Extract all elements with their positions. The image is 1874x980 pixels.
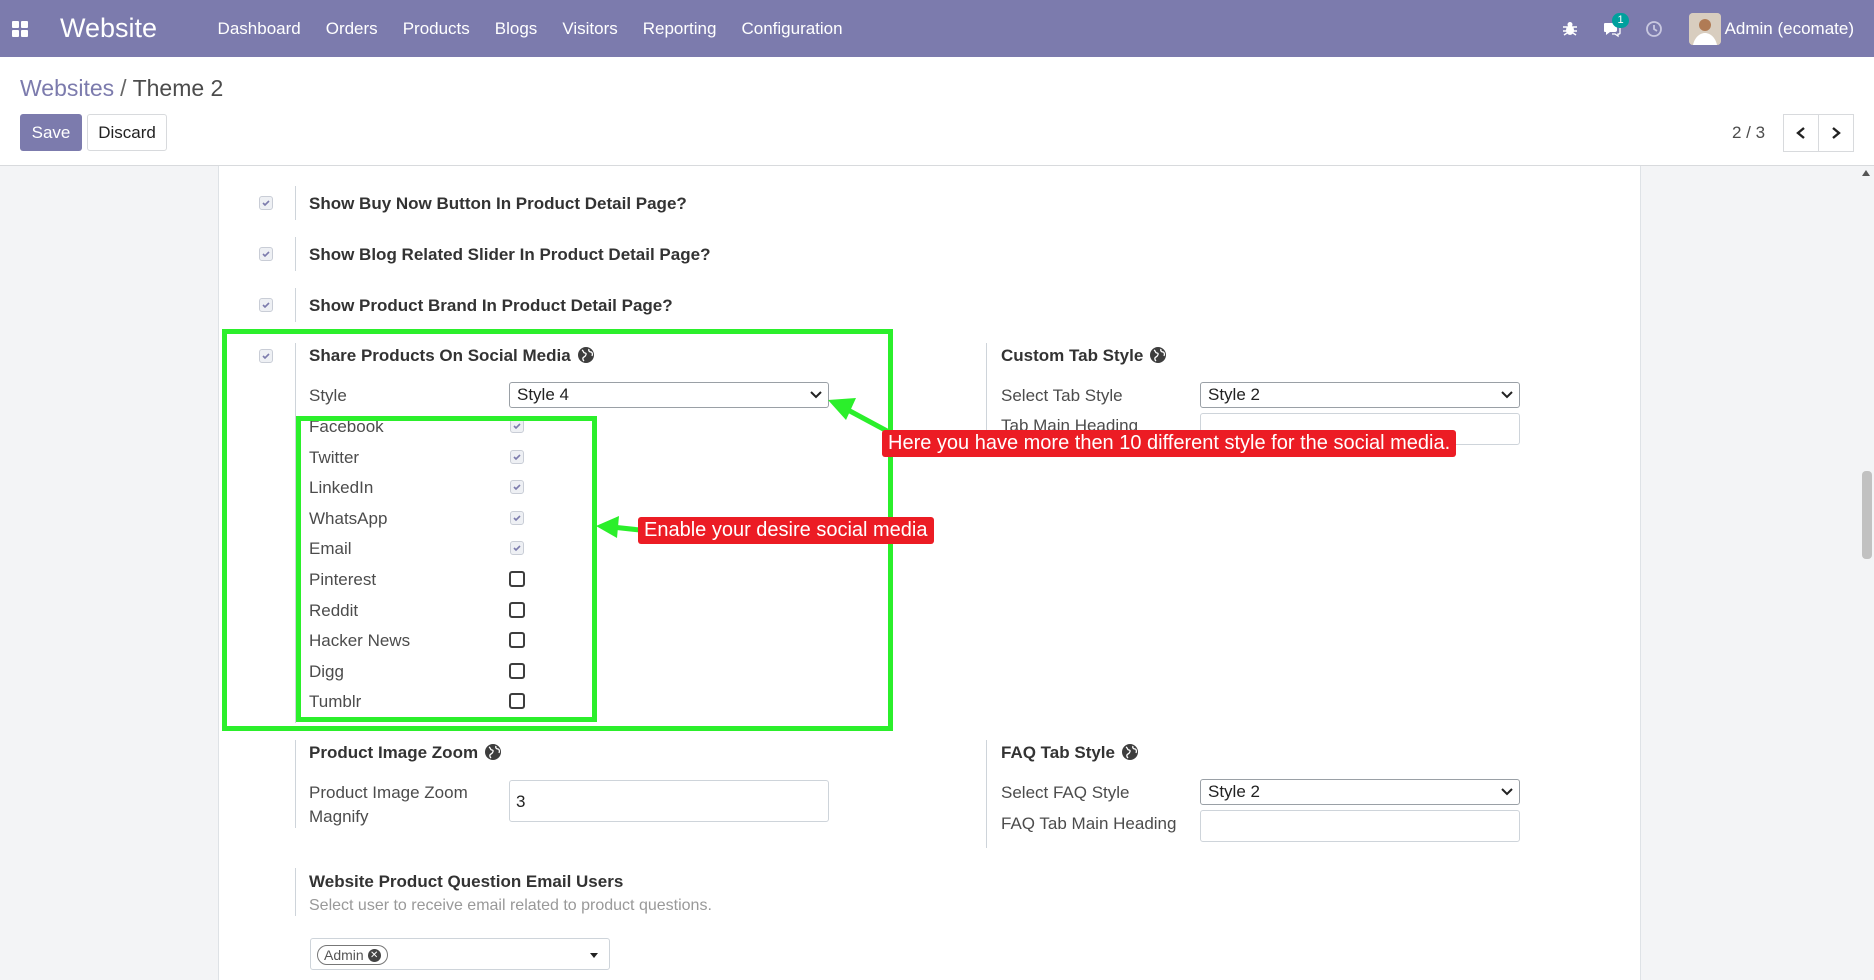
field-divider	[295, 186, 296, 220]
debug-bug-icon[interactable]	[1549, 0, 1591, 57]
top-navbar: Website Dashboard Orders Products Blogs …	[0, 0, 1874, 57]
annotation-social-box	[296, 416, 597, 722]
chat-icon[interactable]: 1	[1591, 0, 1633, 57]
menu-dashboard[interactable]: Dashboard	[205, 19, 313, 39]
field-divider	[295, 868, 296, 916]
product-brand-label: Show Product Brand In Product Detail Pag…	[309, 296, 673, 315]
question-users-title: Website Product Question Email Users	[309, 872, 624, 891]
field-divider	[986, 343, 987, 433]
buy-now-label: Show Buy Now Button In Product Detail Pa…	[309, 194, 687, 213]
faq-style-select[interactable]: Style 2	[1200, 779, 1520, 805]
pager-previous-button[interactable]	[1783, 114, 1819, 152]
chat-badge: 1	[1612, 13, 1629, 28]
blog-slider-checkbox[interactable]	[259, 247, 273, 261]
faq-select-label: Select FAQ Style	[1001, 783, 1130, 802]
globe-icon	[1150, 347, 1167, 363]
caret-down-icon[interactable]	[589, 951, 599, 959]
apps-grid-icon[interactable]	[0, 0, 40, 57]
tab-style-value: Style 2	[1208, 385, 1260, 404]
blog-slider-label: Show Blog Related Slider In Product Deta…	[309, 245, 711, 264]
product-brand-checkbox[interactable]	[259, 298, 273, 312]
save-button[interactable]: Save	[20, 114, 82, 151]
globe-icon	[485, 744, 502, 760]
tab-style-select[interactable]: Style 2	[1200, 382, 1520, 408]
zoom-magnify-label-line2: Magnify	[309, 807, 369, 826]
pager-next-button[interactable]	[1818, 114, 1854, 152]
image-zoom-title-text: Product Image Zoom	[309, 743, 479, 762]
user-menu[interactable]: Admin (ecomate)	[1688, 12, 1874, 45]
user-tag-admin: Admin ✕	[317, 945, 388, 965]
menu-products[interactable]: Products	[390, 19, 482, 39]
faq-heading-label: FAQ Tab Main Heading	[1001, 814, 1177, 833]
remove-tag-icon[interactable]: ✕	[367, 948, 381, 962]
buy-now-checkbox[interactable]	[259, 196, 273, 210]
select-tab-style-label: Select Tab Style	[1001, 386, 1123, 405]
discard-button[interactable]: Discard	[87, 114, 167, 151]
field-divider	[295, 740, 296, 828]
user-tag-label: Admin	[324, 947, 364, 963]
globe-icon	[1122, 744, 1138, 760]
chevron-right-icon	[1832, 127, 1841, 139]
breadcrumb: Websites / Theme 2	[20, 75, 223, 102]
faq-style-value: Style 2	[1208, 782, 1260, 801]
page-scrollbar[interactable]	[1858, 166, 1874, 980]
navbar-systray: 1 Admin (ecomate)	[1549, 0, 1874, 57]
zoom-magnify-input[interactable]: 3	[509, 780, 829, 822]
chevron-down-icon	[1501, 391, 1513, 399]
custom-tab-title: Custom Tab Style	[1001, 346, 1167, 366]
annotation-style-callout: Here you have more then 10 different sty…	[882, 430, 1457, 457]
menu-blogs[interactable]: Blogs	[482, 19, 550, 39]
image-zoom-title: Product Image Zoom	[309, 743, 502, 763]
app-brand[interactable]: Website	[60, 13, 157, 44]
menu-configuration[interactable]: Configuration	[729, 19, 855, 39]
scroll-up-arrow-icon[interactable]	[1862, 170, 1870, 176]
faq-tab-title: FAQ Tab Style	[1001, 743, 1139, 763]
menu-visitors[interactable]: Visitors	[550, 19, 630, 39]
breadcrumb-current: Theme 2	[132, 75, 224, 101]
breadcrumb-separator: /	[120, 75, 127, 101]
field-divider	[295, 237, 296, 271]
field-divider	[986, 740, 987, 848]
pager-value: 2 / 3	[1732, 123, 1766, 142]
zoom-magnify-value: 3	[516, 792, 526, 811]
custom-tab-title-text: Custom Tab Style	[1001, 346, 1144, 365]
activity-clock-icon[interactable]	[1633, 0, 1675, 57]
chevron-left-icon	[1796, 127, 1805, 139]
chevron-down-icon	[1501, 788, 1513, 796]
user-avatar	[1688, 12, 1721, 45]
faq-tab-title-text: FAQ Tab Style	[1001, 743, 1115, 762]
control-panel: Websites / Theme 2 Save Discard 2 / 3	[0, 57, 1874, 166]
field-divider	[295, 288, 296, 322]
breadcrumb-websites[interactable]: Websites	[20, 75, 114, 101]
scroll-thumb[interactable]	[1862, 471, 1872, 559]
question-users-hint: Select user to receive email related to …	[309, 897, 712, 914]
zoom-magnify-label-line1: Product Image Zoom	[309, 783, 468, 802]
user-name: Admin (ecomate)	[1724, 18, 1854, 38]
menu-orders[interactable]: Orders	[313, 19, 390, 39]
question-users-field[interactable]: Admin ✕	[310, 938, 610, 970]
main-menu: Dashboard Orders Products Blogs Visitors…	[205, 19, 855, 39]
faq-heading-input[interactable]	[1200, 810, 1520, 842]
annotation-social-callout: Enable your desire social media	[638, 517, 934, 544]
menu-reporting[interactable]: Reporting	[630, 19, 729, 39]
